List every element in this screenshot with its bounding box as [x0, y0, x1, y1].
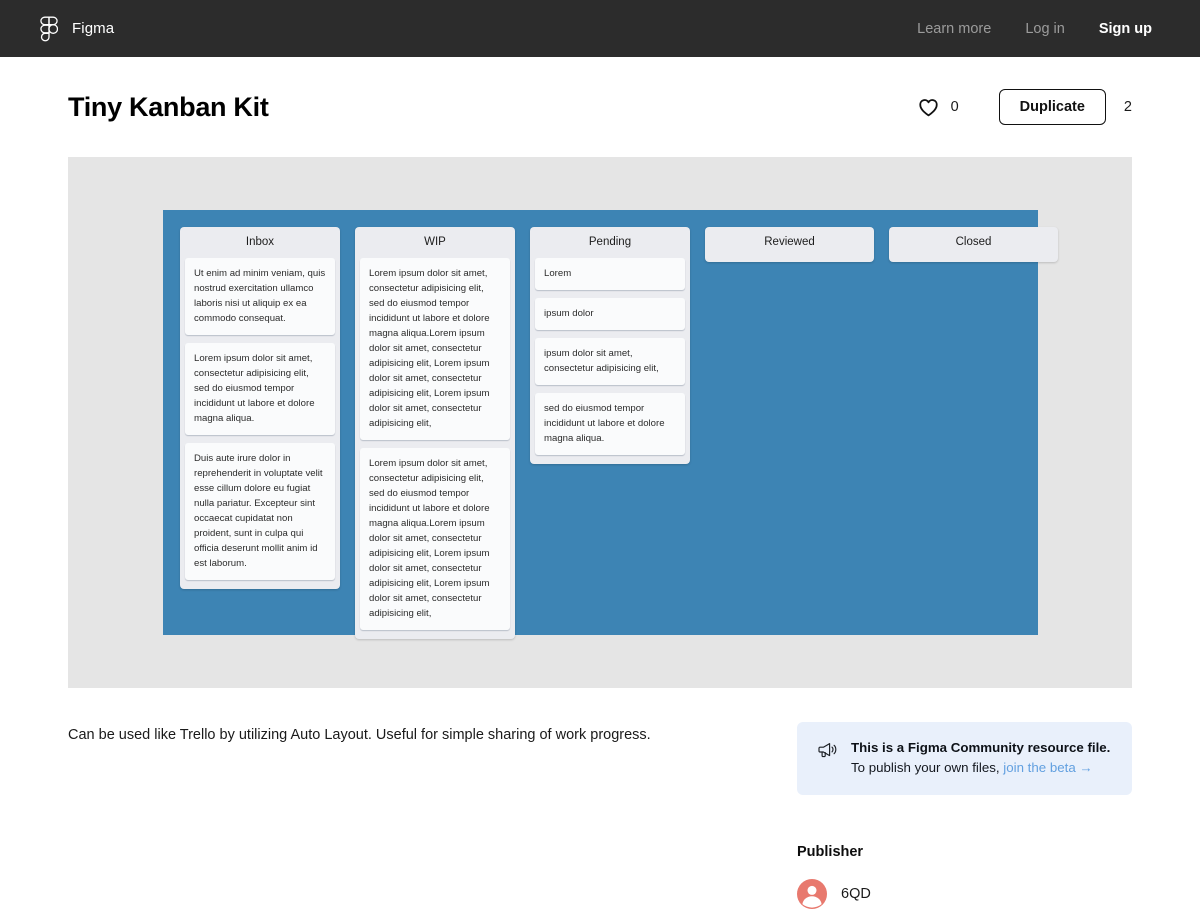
figma-logo-icon: [40, 16, 59, 42]
file-preview-canvas[interactable]: Inbox Ut enim ad minim veniam, quis nost…: [68, 157, 1132, 688]
brand-name: Figma: [72, 20, 115, 37]
publisher-heading: Publisher: [797, 844, 864, 860]
join-beta-link[interactable]: join the beta →: [1003, 760, 1092, 775]
like-count: 0: [950, 99, 959, 115]
column-title: WIP: [424, 236, 446, 248]
kanban-card[interactable]: Lorem ipsum dolor sit amet, consectetur …: [360, 258, 510, 440]
kanban-card[interactable]: sed do eiusmod tempor incididunt ut labo…: [535, 393, 685, 455]
publisher-row[interactable]: 6QD: [797, 879, 1132, 909]
kanban-card[interactable]: Duis aute irure dolor in reprehenderit i…: [185, 443, 335, 580]
file-description: Can be used like Trello by utilizing Aut…: [68, 727, 651, 743]
community-notice-banner: This is a Figma Community resource file.…: [797, 722, 1132, 795]
kanban-card[interactable]: Lorem ipsum dolor sit amet, consectetur …: [360, 448, 510, 630]
page-body: Tiny Kanban Kit 0 Duplicate 2 Inbox Ut e…: [0, 57, 1200, 909]
top-navigation-bar: Figma Learn more Log in Sign up: [0, 0, 1200, 57]
page-title: Tiny Kanban Kit: [68, 91, 269, 122]
kanban-column-reviewed[interactable]: Reviewed: [705, 227, 874, 262]
kanban-column-closed[interactable]: Closed: [889, 227, 1058, 262]
notice-text: This is a Figma Community resource file.…: [851, 738, 1110, 778]
user-avatar-icon[interactable]: [797, 879, 827, 909]
kanban-card[interactable]: ipsum dolor sit amet, consectetur adipis…: [535, 338, 685, 385]
kanban-card[interactable]: Ut enim ad minim veniam, quis nostrud ex…: [185, 258, 335, 335]
kanban-column-inbox[interactable]: Inbox Ut enim ad minim veniam, quis nost…: [180, 227, 340, 589]
lower-section: Can be used like Trello by utilizing Aut…: [68, 688, 1132, 909]
nav-log-in[interactable]: Log in: [1025, 21, 1065, 37]
notice-title: This is a Figma Community resource file.: [851, 740, 1111, 755]
kanban-card[interactable]: Lorem ipsum dolor sit amet, consectetur …: [185, 343, 335, 435]
sidebar-panel: This is a Figma Community resource file.…: [797, 722, 1132, 909]
column-cards: Lorem ipsum dolor ipsum dolor sit amet, …: [530, 258, 690, 460]
nav-links: Learn more Log in Sign up: [917, 21, 1176, 37]
kanban-column-pending[interactable]: Pending Lorem ipsum dolor ipsum dolor si…: [530, 227, 690, 464]
file-actions: 0 Duplicate 2: [917, 89, 1132, 125]
column-cards: Lorem ipsum dolor sit amet, consectetur …: [355, 258, 515, 635]
column-title: Closed: [955, 236, 992, 248]
column-title: Reviewed: [764, 236, 815, 248]
figma-brand[interactable]: Figma: [40, 16, 114, 42]
megaphone-icon: [817, 740, 837, 760]
column-title: Pending: [588, 236, 632, 248]
notice-subtitle: To publish your own files,: [851, 760, 1004, 775]
like-group[interactable]: 0: [917, 96, 959, 119]
column-title: Inbox: [245, 236, 275, 248]
kanban-board: Inbox Ut enim ad minim veniam, quis nost…: [163, 210, 1058, 639]
column-cards: Ut enim ad minim veniam, quis nostrud ex…: [180, 258, 340, 585]
duplicate-count: 2: [1123, 99, 1132, 115]
kanban-column-wip[interactable]: WIP Lorem ipsum dolor sit amet, consecte…: [355, 227, 515, 639]
heart-icon[interactable]: [917, 96, 940, 119]
kanban-card[interactable]: ipsum dolor: [535, 298, 685, 330]
kanban-card[interactable]: Lorem: [535, 258, 685, 290]
file-header: Tiny Kanban Kit 0 Duplicate 2: [68, 57, 1132, 157]
duplicate-button[interactable]: Duplicate: [998, 89, 1106, 125]
nav-learn-more[interactable]: Learn more: [917, 21, 991, 37]
nav-sign-up[interactable]: Sign up: [1099, 21, 1152, 37]
